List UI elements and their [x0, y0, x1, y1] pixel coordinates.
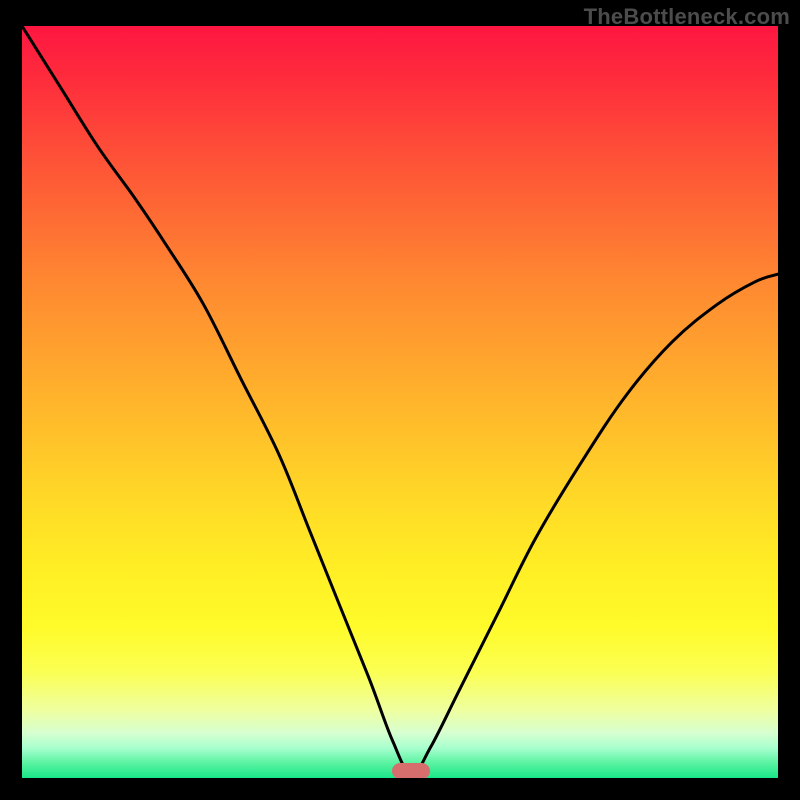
bottleneck-curve — [22, 26, 778, 778]
curve-path — [22, 26, 778, 774]
bottleneck-marker — [392, 763, 430, 778]
watermark-text: TheBottleneck.com — [584, 4, 790, 30]
chart-frame: TheBottleneck.com — [0, 0, 800, 800]
plot-area — [22, 26, 778, 778]
